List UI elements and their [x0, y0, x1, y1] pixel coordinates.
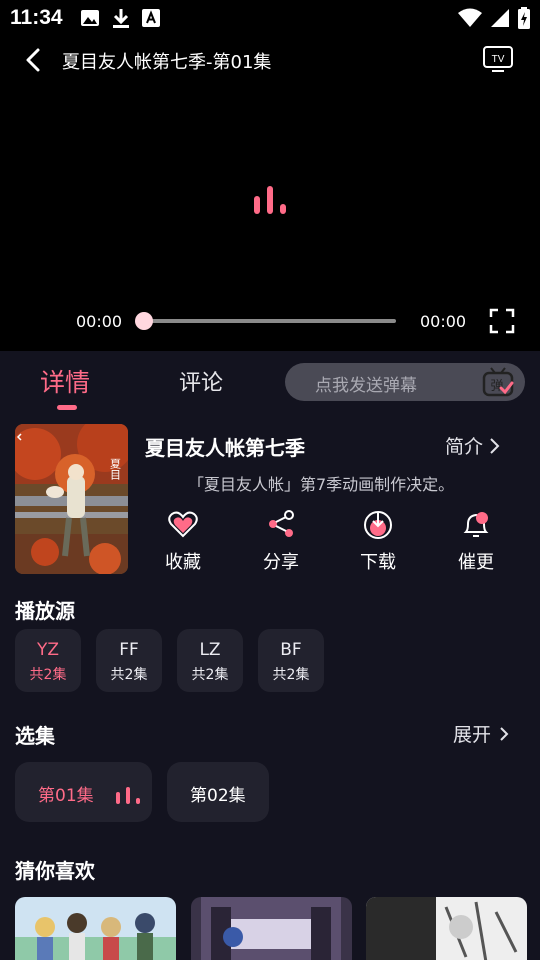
recommend-card[interactable] — [191, 897, 352, 960]
detail-tabs: 详情 评论 点我发送弹幕 弹 — [0, 351, 540, 421]
current-time: 00:00 — [76, 312, 123, 331]
wifi-icon — [458, 8, 482, 27]
signal-icon — [491, 9, 509, 27]
app-a-icon — [142, 9, 160, 27]
episode-chip-01[interactable]: 第01集 — [15, 762, 152, 822]
intro-label: 简介 — [445, 436, 484, 458]
cast-tv-icon[interactable]: TV — [482, 44, 514, 74]
chevron-right-icon — [490, 437, 500, 454]
source-chip-ff[interactable]: FF 共2集 — [96, 629, 162, 692]
battery-icon — [518, 7, 530, 29]
video-title: 夏目友人帐第七季-第01集 — [62, 52, 272, 73]
source-name: YZ — [36, 640, 60, 660]
chevron-right-icon — [500, 726, 509, 741]
intro-link[interactable]: 简介 — [445, 432, 501, 459]
anime-title: 夏目友人帐第七季 — [145, 436, 305, 460]
danmaku-icon-label: 弹 — [490, 379, 503, 394]
anime-poster[interactable]: 夏目 — [15, 424, 128, 574]
progress-thumb[interactable] — [135, 312, 153, 330]
favorite-label: 收藏 — [165, 552, 201, 573]
source-chip-bf[interactable]: BF 共2集 — [258, 629, 324, 692]
source-name: BF — [280, 640, 302, 660]
svg-text:TV: TV — [492, 54, 505, 65]
image-icon — [81, 10, 99, 26]
source-name: FF — [119, 640, 139, 660]
sources-title: 播放源 — [15, 599, 75, 623]
total-time: 00:00 — [420, 312, 467, 331]
back-icon[interactable] — [20, 46, 48, 74]
recommend-card[interactable] — [366, 897, 527, 960]
download-button[interactable]: 下载 — [343, 508, 413, 574]
tab-indicator — [57, 405, 77, 410]
share-label: 分享 — [263, 552, 299, 573]
video-player[interactable]: 11:34 夏目友人帐第七季-第01集 TV 00:00 00:00 — [0, 0, 540, 351]
recommend-title: 猜你喜欢 — [15, 859, 95, 883]
anime-description: 「夏目友人帐」第7季动画制作决定。 — [188, 475, 455, 494]
player-topbar: 夏目友人帐第七季-第01集 TV — [0, 40, 540, 80]
episode-label: 第02集 — [190, 786, 246, 806]
download-icon — [364, 511, 392, 539]
status-bar: 11:34 — [0, 0, 540, 36]
share-icon — [269, 510, 294, 537]
expand-label: 展开 — [453, 724, 492, 746]
source-count: 共2集 — [272, 667, 310, 683]
danmaku-input[interactable]: 点我发送弹幕 弹 — [285, 363, 525, 401]
recommend-card[interactable] — [15, 897, 176, 960]
source-count: 共2集 — [191, 667, 229, 683]
source-name: LZ — [199, 640, 221, 660]
system-icons — [458, 7, 530, 29]
progress-bar[interactable] — [142, 319, 396, 323]
loading-bars-icon — [254, 186, 286, 214]
tab-comments[interactable]: 评论 — [179, 365, 223, 397]
danmaku-placeholder: 点我发送弹幕 — [315, 376, 417, 396]
notification-icons — [80, 8, 160, 28]
episode-label: 第01集 — [38, 786, 94, 806]
bell-icon — [463, 512, 489, 537]
episodes-title: 选集 — [15, 724, 55, 748]
heart-icon — [168, 511, 198, 538]
source-chip-lz[interactable]: LZ 共2集 — [177, 629, 243, 692]
source-count: 共2集 — [110, 667, 148, 683]
danmaku-tv-icon[interactable]: 弹 — [481, 366, 515, 398]
status-time: 11:34 — [10, 6, 63, 29]
favorite-button[interactable]: 收藏 — [148, 508, 218, 574]
urge-update-label: 催更 — [458, 552, 494, 573]
tab-details[interactable]: 详情 — [40, 363, 90, 399]
share-button[interactable]: 分享 — [246, 508, 316, 574]
source-chip-yz[interactable]: YZ 共2集 — [15, 629, 81, 692]
download-status-icon — [113, 9, 129, 28]
download-label: 下载 — [360, 552, 396, 573]
playing-bars-icon — [116, 787, 140, 804]
fullscreen-icon[interactable] — [489, 308, 515, 334]
svg-text:夏目: 夏目 — [109, 458, 122, 480]
episode-chip-02[interactable]: 第02集 — [167, 762, 269, 822]
expand-episodes-link[interactable]: 展开 — [453, 720, 509, 747]
urge-update-button[interactable]: 催更 — [441, 508, 511, 574]
source-count: 共2集 — [29, 667, 67, 683]
